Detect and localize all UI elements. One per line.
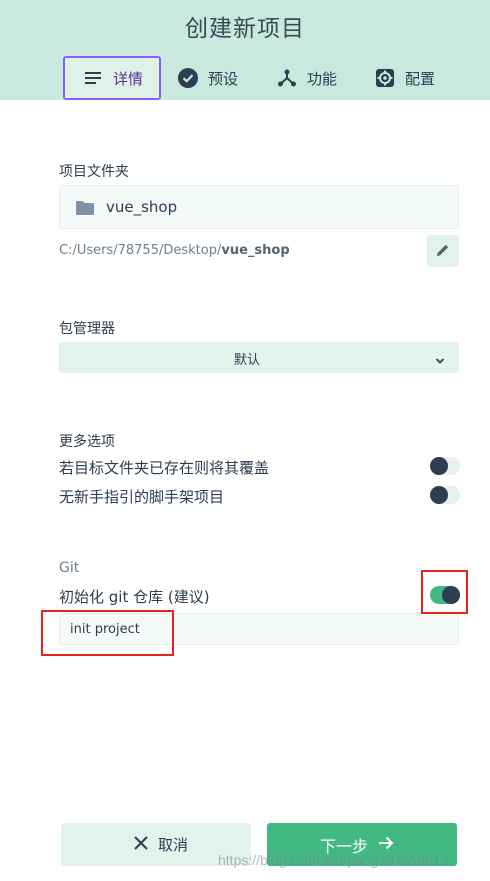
git-init-label: 初始化 git 仓库 (建议): [59, 588, 210, 606]
folder-icon: [76, 200, 94, 215]
chevron-down-icon: [435, 351, 445, 370]
tab-label: 配置: [405, 69, 436, 88]
no-guide-option-label: 无新手指引的脚手架项目: [59, 488, 225, 506]
folder-section-label: 项目文件夹: [59, 164, 129, 180]
tab-label: 详情: [113, 69, 144, 88]
commit-message-input[interactable]: init project: [59, 613, 459, 645]
folder-path-name: vue_shop: [221, 243, 290, 258]
gear-icon: [375, 68, 395, 88]
tab-label: 功能: [307, 69, 338, 88]
tab-label: 预设: [208, 69, 239, 88]
folder-path: C:/Users/78755/Desktop/vue_shop: [59, 243, 290, 258]
check-circle-icon: [178, 68, 198, 88]
close-icon: [134, 835, 148, 854]
overwrite-option-label: 若目标文件夹已存在则将其覆盖: [59, 459, 270, 477]
commit-message-value: init project: [70, 622, 140, 637]
package-manager-value: 默认: [233, 353, 260, 368]
list-icon: [83, 68, 103, 88]
package-manager-label: 包管理器: [59, 321, 115, 337]
edit-path-button[interactable]: [427, 235, 459, 267]
page-title: 创建新项目: [185, 16, 305, 42]
more-options-label: 更多选项: [59, 434, 115, 450]
tab-presets[interactable]: 预设: [178, 56, 238, 100]
overwrite-toggle[interactable]: [430, 457, 460, 475]
tab-config[interactable]: 配置: [375, 56, 435, 100]
tab-details[interactable]: 详情: [63, 56, 161, 100]
git-section-label: Git: [59, 560, 80, 576]
no-guide-toggle[interactable]: [430, 486, 460, 504]
tab-features[interactable]: 功能: [277, 56, 337, 100]
header: 创建新项目 详情 预设 功能 配置: [0, 0, 490, 100]
git-init-toggle[interactable]: [430, 586, 460, 604]
fork-icon: [277, 68, 297, 88]
folder-name-input[interactable]: vue_shop: [59, 185, 459, 229]
cancel-label: 取消: [157, 836, 188, 854]
toggle-knob: [430, 457, 448, 475]
toggle-knob: [442, 586, 460, 604]
pencil-icon: [436, 242, 450, 261]
toggle-knob: [430, 486, 448, 504]
package-manager-select[interactable]: 默认: [59, 342, 459, 373]
watermark: https://blog.csdn.net/pang787559613: [218, 852, 449, 868]
folder-path-prefix: C:/Users/78755/Desktop/: [59, 243, 222, 258]
folder-name-value: vue_shop: [106, 198, 178, 216]
